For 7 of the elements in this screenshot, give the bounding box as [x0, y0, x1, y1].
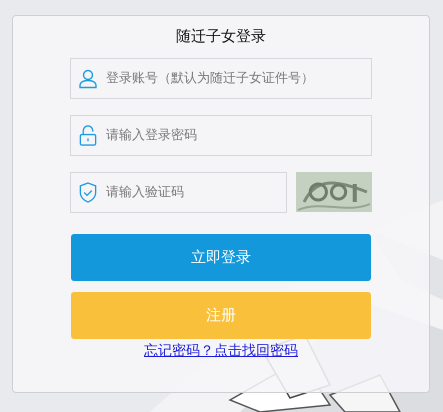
captcha-field[interactable]: 请输入验证码 [70, 172, 287, 213]
forgot-password-link[interactable]: 忘记密码？点击找回密码 [144, 342, 298, 360]
password-field[interactable]: 请输入登录密码 [70, 115, 372, 156]
register-button[interactable]: 注册 [71, 292, 371, 339]
account-field[interactable]: 登录账号（默认为随迁子女证件号） [70, 58, 372, 99]
login-button[interactable]: 立即登录 [71, 234, 371, 281]
card-title: 随迁子女登录 [176, 27, 266, 46]
